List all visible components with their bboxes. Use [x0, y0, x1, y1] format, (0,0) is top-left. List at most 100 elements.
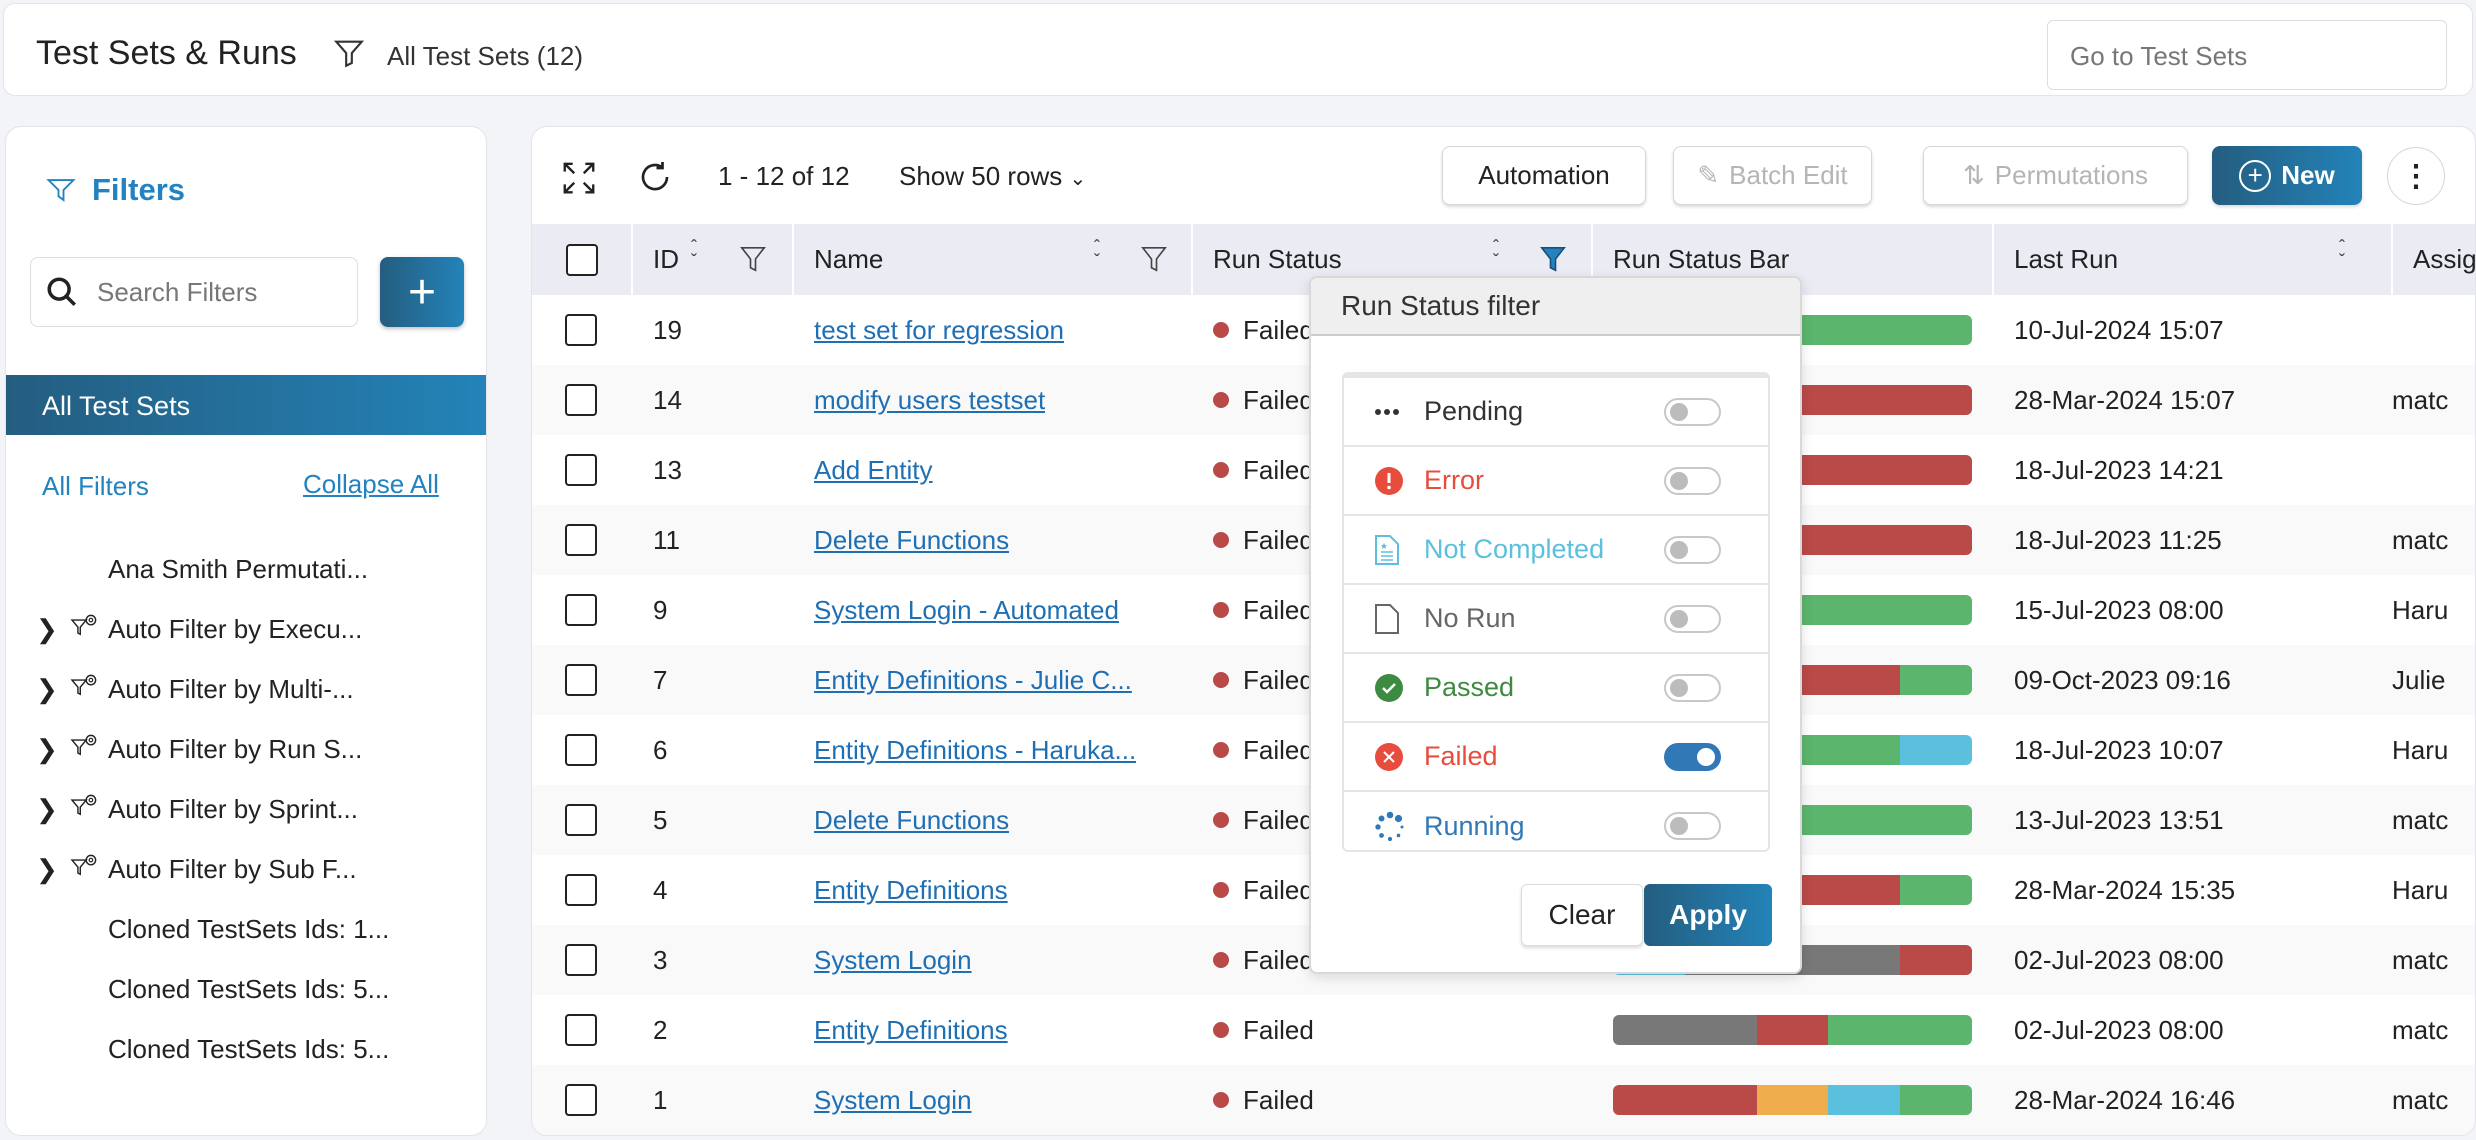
filter-tree-item[interactable]: Ana Smith Permutati...: [36, 549, 368, 589]
column-assigned[interactable]: Assig: [2393, 224, 2475, 295]
batch-edit-button[interactable]: ✎ Batch Edit: [1673, 146, 1872, 205]
name-link[interactable]: System Login: [814, 1065, 972, 1135]
row-checkbox[interactable]: [565, 594, 597, 626]
assigned-cell: matc: [2392, 384, 2449, 415]
filter-tree-item[interactable]: ❯ Auto Filter by Execu...: [36, 609, 362, 649]
last-run-cell: 02-Jul-2023 08:00: [2014, 944, 2224, 975]
column-id[interactable]: ID ˆ ˇ: [633, 224, 794, 295]
row-checkbox[interactable]: [565, 944, 597, 976]
filter-tree-item[interactable]: ❯ Auto Filter by Sprint...: [36, 789, 358, 829]
row-checkbox[interactable]: [565, 1084, 597, 1116]
id-cell: 11: [653, 524, 680, 555]
name-link[interactable]: Delete Functions: [814, 505, 1009, 575]
filter-icon[interactable]: [332, 36, 366, 75]
name-link[interactable]: modify users testset: [814, 365, 1045, 435]
chevron-right-icon[interactable]: ❯: [36, 614, 70, 645]
name-link[interactable]: Entity Definitions - Haruka...: [814, 715, 1136, 785]
permutations-button[interactable]: ⇅ Permutations: [1923, 146, 2188, 205]
run-status-cell: Failed: [1213, 995, 1314, 1065]
rows-per-page-select[interactable]: Show 50 rows ⌄: [899, 161, 1086, 192]
column-filter-icon[interactable]: [1139, 242, 1169, 283]
sort-icon[interactable]: ˆˇ: [1094, 238, 1100, 270]
status-toggle[interactable]: [1664, 605, 1721, 633]
status-option-error: Error: [1344, 447, 1768, 516]
row-checkbox[interactable]: [565, 524, 597, 556]
row-checkbox[interactable]: [565, 384, 597, 416]
run-status-text: Failed: [1243, 804, 1314, 835]
collapse-all-link[interactable]: Collapse All: [303, 469, 439, 500]
name-link[interactable]: System Login: [814, 925, 972, 995]
id-cell: 7: [653, 664, 668, 695]
status-bar-segment-passed: [1900, 665, 1972, 695]
table-row[interactable]: 2 Entity Definitions Failed 02-Jul-2023 08:…: [532, 995, 2475, 1065]
assigned-cell: matc: [2392, 1084, 2449, 1115]
sort-icon[interactable]: ˆˇ: [691, 238, 697, 270]
more-options-icon[interactable]: ⋮: [2387, 147, 2445, 205]
chevron-right-icon[interactable]: ❯: [36, 854, 70, 885]
row-checkbox[interactable]: [565, 874, 597, 906]
filter-tree-item[interactable]: Cloned TestSets Ids: 5...: [36, 969, 389, 1009]
last-run-cell: 13-Jul-2023 13:51: [2014, 804, 2224, 835]
name-link[interactable]: Entity Definitions: [814, 855, 1008, 925]
chevron-right-icon[interactable]: ❯: [36, 674, 70, 705]
filter-tree-item[interactable]: Cloned TestSets Ids: 5...: [36, 1029, 389, 1069]
all-filters-link[interactable]: All Filters: [42, 471, 149, 502]
sort-icon[interactable]: ˆˇ: [1493, 238, 1499, 270]
add-filter-button[interactable]: +: [380, 257, 464, 327]
goto-test-sets-input[interactable]: Go to Test Sets: [2047, 20, 2447, 90]
sort-icon[interactable]: ˆˇ: [2339, 238, 2345, 270]
filter-tree-item[interactable]: ❯ Auto Filter by Multi-...: [36, 669, 354, 709]
name-link[interactable]: Entity Definitions - Julie C...: [814, 645, 1132, 715]
popup-title: Run Status filter: [1311, 278, 1800, 336]
run-status-text: Failed: [1243, 524, 1314, 555]
automation-button[interactable]: Automation: [1442, 146, 1646, 205]
row-checkbox[interactable]: [565, 454, 597, 486]
select-all-checkbox[interactable]: [565, 243, 598, 276]
chevron-right-icon[interactable]: ❯: [36, 794, 70, 825]
name-link[interactable]: Entity Definitions: [814, 995, 1008, 1065]
filter-tree-item[interactable]: Cloned TestSets Ids: 1...: [36, 909, 389, 949]
id-cell: 3: [653, 944, 668, 975]
run-status-cell: Failed: [1213, 785, 1314, 855]
status-toggle[interactable]: [1664, 812, 1721, 840]
id-cell: 1: [653, 1084, 668, 1115]
search-filters-input[interactable]: Search Filters: [30, 257, 358, 327]
filter-tree-label: Auto Filter by Run S...: [108, 733, 363, 764]
status-toggle[interactable]: [1664, 536, 1721, 564]
column-last-run[interactable]: Last Run ˆ ˇ: [1994, 224, 2393, 295]
name-link[interactable]: Add Entity: [814, 435, 933, 505]
run-status-text: Failed: [1243, 1014, 1314, 1045]
row-checkbox[interactable]: [565, 664, 597, 696]
row-checkbox[interactable]: [565, 804, 597, 836]
sidebar-item-all-test-sets[interactable]: All Test Sets: [6, 375, 486, 435]
name-link[interactable]: Delete Functions: [814, 785, 1009, 855]
clear-button[interactable]: Clear: [1521, 884, 1643, 946]
status-toggle[interactable]: [1664, 398, 1721, 426]
row-checkbox[interactable]: [565, 1014, 597, 1046]
exclamation-circle-icon: [1374, 466, 1424, 496]
filter-tree-item[interactable]: ❯ Auto Filter by Sub F...: [36, 849, 357, 889]
auto-filter-icon: [70, 793, 108, 826]
new-button[interactable]: + New: [2212, 146, 2362, 205]
refresh-icon[interactable]: [637, 159, 673, 202]
filter-tree-label: Cloned TestSets Ids: 5...: [108, 973, 390, 1004]
name-link[interactable]: System Login - Automated: [814, 575, 1119, 645]
column-name-label: Name: [814, 244, 884, 274]
status-bar-segment-notcompleted: [1828, 1085, 1901, 1115]
filter-tree-item[interactable]: ❯ Auto Filter by Run S...: [36, 729, 362, 769]
expand-icon[interactable]: [560, 159, 598, 204]
row-checkbox[interactable]: [565, 734, 597, 766]
run-status-text: Failed: [1243, 944, 1314, 975]
column-filter-icon[interactable]: [738, 242, 768, 283]
name-link[interactable]: test set for regression: [814, 295, 1064, 365]
auto-filter-icon: [70, 613, 108, 646]
status-toggle[interactable]: [1664, 743, 1721, 771]
apply-button[interactable]: Apply: [1644, 884, 1772, 946]
status-toggle[interactable]: [1664, 467, 1721, 495]
table-row[interactable]: 1 System Login Failed 28-Mar-2024 16:46 matc: [532, 1065, 2475, 1135]
column-name[interactable]: Name ˆ ˇ: [794, 224, 1193, 295]
assigned-cell: [2392, 435, 2475, 505]
row-checkbox[interactable]: [565, 314, 597, 346]
status-toggle[interactable]: [1664, 674, 1721, 702]
chevron-right-icon[interactable]: ❯: [36, 734, 70, 765]
